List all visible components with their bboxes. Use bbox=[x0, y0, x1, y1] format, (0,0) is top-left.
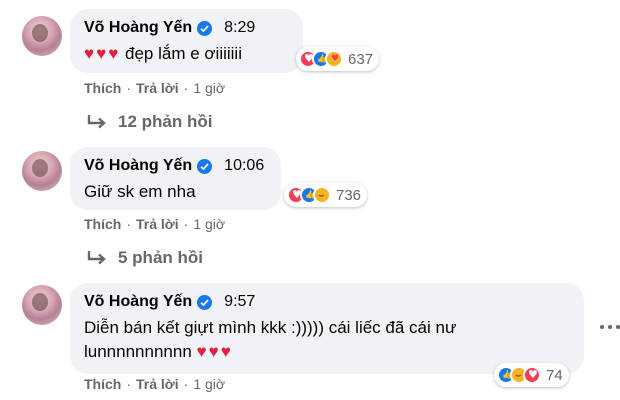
comment-age[interactable]: 1 giờ bbox=[193, 80, 225, 96]
comment-body: Diễn bán kết giựt mình kkk :))))) cái li… bbox=[84, 318, 457, 337]
reaction-count: 637 bbox=[348, 50, 374, 68]
avatar[interactable] bbox=[22, 151, 62, 191]
comment-time: 9:57 bbox=[224, 293, 256, 310]
comment-text: Giữ sk em nha bbox=[84, 180, 269, 204]
reaction-summary[interactable]: 736 bbox=[284, 183, 368, 207]
separator: · bbox=[126, 376, 132, 392]
comment-time: 8:29 bbox=[224, 19, 256, 36]
comment-time: 10:06 bbox=[224, 157, 265, 174]
separator: · bbox=[183, 376, 189, 392]
avatar[interactable] bbox=[22, 16, 62, 56]
heart-emoji-icon: ♥♥♥ bbox=[196, 342, 233, 361]
reaction-summary[interactable]: 637 bbox=[296, 47, 380, 71]
comment-text: Diễn bán kết giựt mình kkk :))))) cái li… bbox=[84, 316, 572, 364]
separator: · bbox=[126, 216, 132, 232]
verified-badge-icon bbox=[197, 158, 213, 174]
like-button[interactable]: Thích bbox=[84, 80, 121, 96]
love-reaction-icon bbox=[523, 366, 541, 384]
separator: · bbox=[183, 80, 189, 96]
reply-arrow-icon bbox=[87, 251, 106, 265]
separator: · bbox=[126, 80, 132, 96]
view-replies-link[interactable]: 5 phản hồi bbox=[86, 248, 203, 268]
comment-actions: Thích · Trả lời · 1 giờ bbox=[84, 80, 225, 96]
verified-badge-icon bbox=[197, 20, 213, 36]
author-name[interactable]: Võ Hoàng Yến bbox=[84, 157, 192, 175]
like-button[interactable]: Thích bbox=[84, 216, 121, 232]
replies-count: 12 phản hồi bbox=[118, 112, 213, 131]
comment-bubble: Võ Hoàng Yến 9:57 Diễn bán kết giựt mình… bbox=[70, 283, 584, 374]
author-name[interactable]: Võ Hoàng Yến bbox=[84, 293, 192, 311]
reply-button[interactable]: Trả lời bbox=[136, 216, 179, 232]
haha-reaction-icon bbox=[313, 186, 331, 204]
reaction-count: 736 bbox=[336, 186, 362, 204]
author-name[interactable]: Võ Hoàng Yến bbox=[84, 19, 192, 37]
comment-body: Giữ sk em nha bbox=[84, 182, 196, 201]
more-options-icon[interactable] bbox=[600, 325, 620, 331]
heart-emoji-icon: ♥♥♥ bbox=[84, 44, 121, 63]
comment-text: ♥♥♥ đẹp lắm e ơiiiiiii bbox=[84, 42, 291, 66]
comment-body: lunnnnnnnnnn bbox=[84, 342, 192, 361]
reply-button[interactable]: Trả lời bbox=[136, 376, 179, 392]
comment-age[interactable]: 1 giờ bbox=[193, 216, 225, 232]
care-reaction-icon bbox=[325, 50, 343, 68]
comment-age[interactable]: 1 giờ bbox=[193, 376, 225, 392]
comment-body: đẹp lắm e ơiiiiiii bbox=[125, 44, 242, 63]
separator: · bbox=[183, 216, 189, 232]
comment-bubble: Võ Hoàng Yến 8:29 ♥♥♥ đẹp lắm e ơiiiiiii bbox=[70, 9, 303, 73]
verified-badge-icon bbox=[197, 294, 213, 310]
avatar[interactable] bbox=[22, 285, 62, 325]
comment-actions: Thích · Trả lời · 1 giờ bbox=[84, 376, 225, 392]
view-replies-link[interactable]: 12 phản hồi bbox=[86, 112, 212, 132]
reply-button[interactable]: Trả lời bbox=[136, 80, 179, 96]
reaction-count: 74 bbox=[546, 366, 563, 384]
reaction-summary[interactable]: 74 bbox=[494, 363, 569, 387]
like-button[interactable]: Thích bbox=[84, 376, 121, 392]
replies-count: 5 phản hồi bbox=[118, 248, 203, 267]
comment-bubble: Võ Hoàng Yến 10:06 Giữ sk em nha bbox=[70, 147, 281, 210]
comment-actions: Thích · Trả lời · 1 giờ bbox=[84, 216, 225, 232]
reply-arrow-icon bbox=[87, 115, 106, 129]
